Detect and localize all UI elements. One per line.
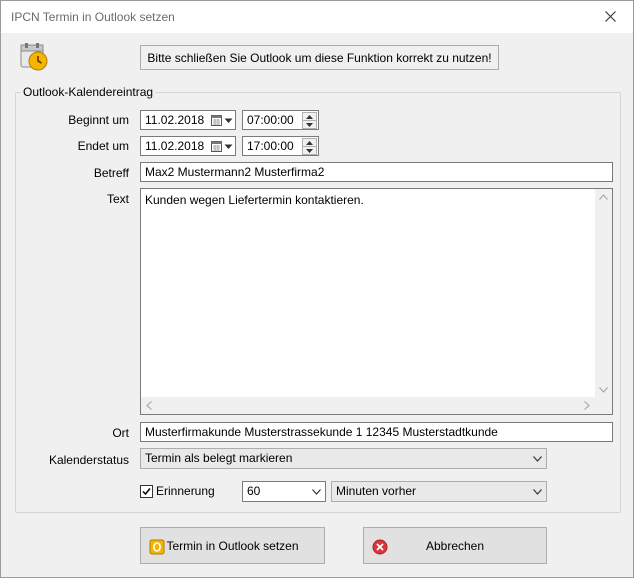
chevron-down-icon xyxy=(312,488,321,495)
start-label: Beginnt um xyxy=(68,113,129,127)
cancel-label: Abbrechen xyxy=(425,538,485,553)
status-select[interactable]: Termin als belegt markieren xyxy=(140,448,547,469)
status-label: Kalenderstatus xyxy=(48,453,129,467)
spin-up-button[interactable] xyxy=(302,138,317,147)
spin-up-icon xyxy=(306,114,313,119)
chevron-down-icon xyxy=(224,144,233,149)
calendar-dropdown-button[interactable] xyxy=(205,112,233,129)
outlook-icon xyxy=(149,539,165,558)
calendar-icon xyxy=(211,141,222,152)
spin-down-button[interactable] xyxy=(302,147,317,155)
checkmark-icon xyxy=(142,487,151,495)
close-icon xyxy=(604,11,616,22)
calendar-icon xyxy=(211,115,222,126)
reminder-minutes-value: 60 xyxy=(247,484,261,498)
location-input[interactable]: Musterfirmakunde Musterstrassekunde 1 12… xyxy=(140,422,613,442)
reminder-minutes-select[interactable]: 60 xyxy=(242,481,326,502)
end-date-picker[interactable]: 11.02.2018 xyxy=(140,136,236,156)
spin-down-icon xyxy=(306,122,313,127)
chevron-down-icon xyxy=(533,455,542,462)
set-appointment-label: Termin in Outlook setzen xyxy=(166,538,299,553)
end-label: Endet um xyxy=(77,139,129,153)
horizontal-scrollbar[interactable] xyxy=(141,397,595,414)
spin-down-icon xyxy=(306,148,313,153)
scroll-up-icon xyxy=(599,194,608,200)
end-time-field[interactable]: 17:00:00 xyxy=(242,136,319,156)
location-value: Musterfirmakunde Musterstrassekunde 1 12… xyxy=(145,425,498,439)
start-time-field[interactable]: 07:00:00 xyxy=(242,110,319,130)
scroll-left-icon xyxy=(146,401,152,410)
outlook-close-notice: Bitte schließen Sie Outlook um diese Fun… xyxy=(140,45,499,70)
calendar-dropdown-button[interactable] xyxy=(205,138,233,155)
dialog-window: IPCN Termin in Outlook setzen Bitte schl… xyxy=(0,0,634,578)
cancel-icon xyxy=(372,539,388,558)
start-date-picker[interactable]: 11.02.2018 xyxy=(140,110,236,130)
reminder-label: Erinnerung xyxy=(156,484,215,498)
reminder-checkbox-box[interactable] xyxy=(140,484,153,498)
reminder-unit-select[interactable]: Minuten vorher xyxy=(331,481,547,502)
set-appointment-button[interactable]: Termin in Outlook setzen xyxy=(140,527,325,564)
text-value: Kunden wegen Liefertermin kontaktieren. xyxy=(145,193,364,207)
subject-value: Max2 Mustermann2 Musterfirma2 xyxy=(145,165,325,179)
scroll-down-icon xyxy=(599,387,608,393)
reminder-checkbox[interactable]: Erinnerung xyxy=(140,484,215,498)
window-title: IPCN Termin in Outlook setzen xyxy=(11,10,175,24)
chevron-down-icon xyxy=(224,118,233,123)
spin-up-icon xyxy=(306,140,313,145)
notice-text: Bitte schließen Sie Outlook um diese Fun… xyxy=(147,50,492,65)
title-bar: IPCN Termin in Outlook setzen xyxy=(1,1,633,33)
text-label: Text xyxy=(106,192,129,206)
scroll-right-icon xyxy=(584,401,590,410)
scroll-corner xyxy=(595,397,612,414)
cancel-button[interactable]: Abbrechen xyxy=(363,527,547,564)
end-time-spinner[interactable] xyxy=(302,138,317,155)
start-time-value: 07:00:00 xyxy=(247,113,294,127)
spin-up-button[interactable] xyxy=(302,112,317,121)
start-date-value: 11.02.2018 xyxy=(145,113,205,127)
subject-label: Betreff xyxy=(93,166,129,180)
end-date-value: 11.02.2018 xyxy=(145,139,205,153)
location-label: Ort xyxy=(112,426,129,440)
spin-down-button[interactable] xyxy=(302,121,317,129)
end-time-value: 17:00:00 xyxy=(247,139,294,153)
reminder-unit-value: Minuten vorher xyxy=(336,484,417,498)
close-button[interactable] xyxy=(587,1,633,32)
group-title: Outlook-Kalendereintrag xyxy=(21,85,156,99)
start-time-spinner[interactable] xyxy=(302,112,317,129)
vertical-scrollbar[interactable] xyxy=(595,189,612,398)
outlook-calendar-icon xyxy=(20,42,50,72)
subject-input[interactable]: Max2 Mustermann2 Musterfirma2 xyxy=(140,162,613,182)
text-area[interactable]: Kunden wegen Liefertermin kontaktieren. xyxy=(140,188,613,415)
chevron-down-icon xyxy=(533,488,542,495)
status-value: Termin als belegt markieren xyxy=(145,451,293,465)
